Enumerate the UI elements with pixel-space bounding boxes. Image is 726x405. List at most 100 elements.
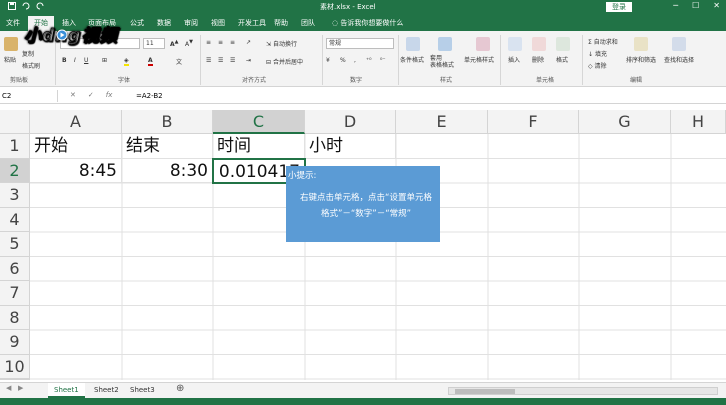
tab-review[interactable]: 审阅 (184, 18, 198, 28)
row-header-10[interactable]: 10 (0, 354, 30, 379)
conditional-format-icon[interactable] (406, 37, 420, 51)
indent-icon[interactable]: ⇥ (246, 57, 251, 64)
cell-a2[interactable]: 8:45 (30, 158, 122, 183)
currency-icon[interactable]: ¥ (326, 57, 330, 64)
redo-icon[interactable] (36, 2, 44, 10)
number-format-box[interactable]: 常规 (326, 38, 394, 49)
table-format-button[interactable]: 套用 表格格式 (430, 55, 454, 69)
clear-button[interactable]: ◇ 清除 (588, 61, 607, 70)
row-header-4[interactable]: 4 (0, 207, 30, 232)
borders-icon[interactable]: ⊞ (102, 57, 107, 64)
insert-cells-icon[interactable] (508, 37, 522, 51)
delete-cells-button[interactable]: 删除 (532, 55, 544, 64)
tab-developer[interactable]: 开发工具 (238, 18, 266, 28)
autosum-button[interactable]: Σ 自动求和 (588, 37, 618, 46)
column-header-c[interactable]: C (213, 110, 305, 134)
format-cells-icon[interactable] (556, 37, 570, 51)
tab-file[interactable]: 文件 (6, 18, 20, 28)
cell-c1[interactable]: 时间 (213, 134, 305, 159)
minimize-icon[interactable]: ─ (673, 1, 678, 10)
cell-a1[interactable]: 开始 (30, 134, 122, 159)
tab-view[interactable]: 视图 (211, 18, 225, 28)
cell-styles-icon[interactable] (476, 37, 490, 51)
cell-styles-button[interactable]: 单元格样式 (464, 55, 494, 64)
tab-data[interactable]: 数据 (157, 18, 171, 28)
close-icon[interactable]: ✕ (713, 1, 720, 10)
orientation-icon[interactable]: ↗ (246, 39, 251, 46)
scrollbar-thumb[interactable] (455, 389, 515, 394)
maximize-icon[interactable]: ☐ (692, 1, 699, 10)
scroll-right-icon[interactable]: ▶ (18, 384, 23, 392)
save-icon[interactable] (8, 2, 16, 10)
select-all-corner[interactable] (0, 110, 30, 134)
column-header-f[interactable]: F (488, 110, 579, 134)
row-header-5[interactable]: 5 (0, 232, 30, 257)
column-header-h[interactable]: H (671, 110, 726, 134)
sheet-tab-sheet3[interactable]: Sheet3 (124, 383, 161, 398)
row-header-1[interactable]: 1 (0, 134, 30, 159)
fill-button[interactable]: ↓ 填充 (588, 49, 607, 58)
comma-icon[interactable]: , (354, 57, 356, 64)
font-size-box[interactable]: 11 (143, 38, 165, 49)
insert-cells-button[interactable]: 插入 (508, 55, 520, 64)
fx-icon[interactable]: fx (106, 91, 113, 99)
format-painter-button[interactable]: 格式刷 (22, 61, 40, 70)
find-select-icon[interactable] (672, 37, 686, 51)
scroll-left-icon[interactable]: ◀ (6, 384, 11, 392)
column-header-g[interactable]: G (579, 110, 671, 134)
fill-color-icon[interactable]: ◈ (124, 57, 129, 66)
cell-b2[interactable]: 8:30 (122, 158, 213, 183)
cell-b1[interactable]: 结束 (122, 134, 213, 159)
sort-filter-button[interactable]: 排序和筛选 (626, 55, 656, 64)
login-button[interactable]: 登录 (606, 2, 632, 12)
italic-button[interactable]: I (74, 57, 76, 64)
conditional-format-button[interactable]: 条件格式 (400, 55, 424, 64)
format-cells-button[interactable]: 格式 (556, 55, 568, 64)
tab-team[interactable]: 团队 (301, 18, 315, 28)
sheet-tab-sheet2[interactable]: Sheet2 (88, 383, 125, 398)
merge-center-button[interactable]: ⊟ 合并后居中 (266, 57, 303, 66)
decrease-decimal-icon[interactable]: ⁰⁻ (380, 57, 386, 64)
font-color-icon[interactable]: A (148, 57, 153, 66)
row-header-7[interactable]: 7 (0, 281, 30, 306)
tab-help[interactable]: 帮助 (274, 18, 288, 28)
align-top-icon[interactable]: ≡ (206, 39, 211, 46)
column-header-b[interactable]: B (122, 110, 213, 134)
row-header-6[interactable]: 6 (0, 256, 30, 281)
column-header-e[interactable]: E (396, 110, 488, 134)
align-left-icon[interactable]: ☰ (206, 57, 211, 64)
paste-button[interactable]: 粘贴 (4, 55, 16, 64)
column-header-a[interactable]: A (30, 110, 122, 134)
row-header-3[interactable]: 3 (0, 183, 30, 208)
grow-font-icon[interactable]: A▲ (170, 39, 179, 48)
cancel-icon[interactable]: ✕ (70, 91, 76, 99)
paste-icon[interactable] (4, 37, 18, 51)
column-header-d[interactable]: D (305, 110, 396, 134)
name-box[interactable]: C2 (0, 90, 58, 102)
row-header-8[interactable]: 8 (0, 305, 30, 330)
underline-button[interactable]: U (84, 57, 88, 64)
bold-button[interactable]: B (62, 57, 67, 64)
enter-icon[interactable]: ✓ (88, 91, 94, 99)
formula-input[interactable]: =A2-B2 (136, 92, 163, 100)
align-bottom-icon[interactable]: ≡ (230, 39, 235, 46)
sheet-tab-sheet1[interactable]: Sheet1 (48, 383, 85, 398)
delete-cells-icon[interactable] (532, 37, 546, 51)
align-right-icon[interactable]: ☰ (230, 57, 235, 64)
sort-filter-icon[interactable] (634, 37, 648, 51)
wrap-text-button[interactable]: ⇲ 自动换行 (266, 39, 297, 48)
row-header-2[interactable]: 2 (0, 158, 30, 183)
tab-formulas[interactable]: 公式 (130, 18, 144, 28)
undo-icon[interactable] (22, 2, 30, 10)
find-select-button[interactable]: 查找和选择 (664, 55, 694, 64)
shrink-font-icon[interactable]: A▼ (185, 39, 193, 48)
table-format-icon[interactable] (438, 37, 452, 51)
increase-decimal-icon[interactable]: ⁺⁰ (366, 57, 372, 64)
row-header-9[interactable]: 9 (0, 330, 30, 355)
align-center-icon[interactable]: ☰ (218, 57, 223, 64)
percent-icon[interactable]: % (340, 57, 346, 64)
row-header-11[interactable] (0, 379, 30, 380)
align-middle-icon[interactable]: ≡ (218, 39, 223, 46)
tell-me-search[interactable]: ◌ 告诉我你想要做什么 (332, 18, 403, 28)
cell-d1[interactable]: 小时 (305, 134, 396, 159)
